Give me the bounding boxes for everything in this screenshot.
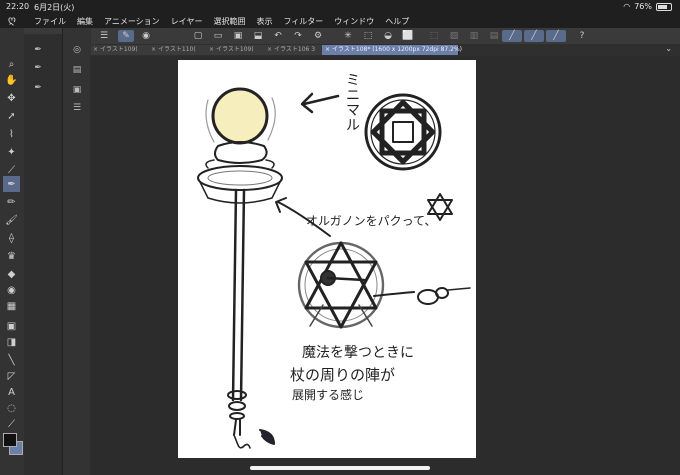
expand-selection-icon[interactable]: ▥	[466, 30, 482, 42]
wifi-icon: ◠	[623, 2, 631, 11]
brush-icon[interactable]: 🖌	[3, 212, 20, 228]
hamburger-menu-icon[interactable]: ☰	[96, 30, 112, 42]
shrink-selection-icon[interactable]: ▤	[486, 30, 502, 42]
tab-document-1[interactable]: × イラスト109(	[90, 45, 151, 55]
menu-animation[interactable]: アニメーション	[104, 16, 160, 27]
settings-gear-icon[interactable]: ⚙	[310, 30, 326, 42]
correct-line-icon[interactable]: ⟋	[3, 416, 20, 432]
new-file-icon[interactable]: ▢	[190, 30, 206, 42]
battery-fill	[658, 4, 668, 9]
tab-document-2[interactable]: × イラスト110(	[148, 45, 209, 55]
crop-icon[interactable]: ⬚	[360, 30, 376, 42]
deselect-icon[interactable]: ⬚	[426, 30, 442, 42]
redo-icon[interactable]: ↷	[290, 30, 306, 42]
canvas-paper[interactable]: ミニマル オルガノンをパクって、 魔法を撃つときに 杖の周りの陣が 展開する感じ	[178, 60, 476, 458]
text-icon[interactable]: A	[3, 384, 20, 400]
status-right: ◠ 76%	[623, 2, 672, 11]
menu-help[interactable]: ヘルプ	[385, 16, 409, 27]
menu-edit[interactable]: 編集	[77, 16, 93, 27]
tab-document-active[interactable]: × イラスト108* (1600 x 1200px 72dpi 87.2%)	[322, 45, 462, 55]
sub-tool-panel: ✒ ✒ ✒	[24, 28, 62, 475]
battery-percent: 76%	[634, 2, 652, 11]
ios-status-bar: 22:20 6月2日(火) ◠ 76%	[0, 0, 680, 14]
foreground-color-swatch[interactable]	[3, 433, 17, 447]
home-indicator[interactable]	[250, 466, 430, 470]
operation-icon[interactable]: ➚	[3, 108, 20, 124]
tool-palette: ⌕ ✋ ✥ ➚ ⌇ ✦ ⟋ ✒ ✏ 🖌 ⟠ ♛ ◆ ◉ ▦ ▣ ◨ ╲ ◸ A …	[0, 28, 25, 475]
command-bar: ☰ ✎ ◉ ▢ ▭ ▣ ⬓ ↶ ↷ ⚙ ✳ ⬚ ◒ ⬜ ⬚ ▨ ▥ ▤ ╱ ╱ …	[90, 28, 680, 45]
fill-icon[interactable]: ◒	[380, 30, 396, 42]
note-line-1: 魔法を撃つときに	[302, 345, 414, 361]
side-panel: ◎ ▤ ▣ ☰	[62, 28, 91, 475]
special-ruler-snap-icon[interactable]: ╱	[524, 30, 544, 42]
record-icon[interactable]: ◉	[138, 30, 154, 42]
menu-layer[interactable]: レイヤー	[171, 16, 203, 27]
close-icon[interactable]: ×	[267, 46, 272, 53]
undo-icon[interactable]: ↶	[270, 30, 286, 42]
close-icon[interactable]: ×	[93, 46, 98, 53]
open-folder-icon[interactable]: ▭	[210, 30, 226, 42]
document-tabs: × イラスト109( × イラスト110( × イラスト109( × イラスト106 3…	[90, 44, 680, 56]
pen-icon[interactable]: ✒	[3, 176, 20, 192]
close-icon[interactable]: ×	[209, 46, 214, 53]
close-icon[interactable]: ×	[325, 46, 330, 53]
note-line-2: 杖の周りの陣が	[290, 366, 396, 384]
app-logo-icon[interactable]: ღ	[8, 15, 16, 26]
menu-window[interactable]: ウィンドウ	[334, 16, 374, 27]
chevron-down-icon[interactable]: ⌄	[665, 44, 672, 53]
eraser-icon[interactable]: ◆	[3, 266, 20, 282]
fill-bucket-icon[interactable]: ▦	[3, 298, 20, 314]
layers-icon[interactable]: ▤	[71, 64, 83, 76]
note-minimal: ミニマル	[346, 73, 360, 134]
battery-icon	[656, 2, 672, 11]
tool-property-icon[interactable]: ☰	[71, 102, 83, 114]
color-wheel-icon[interactable]: ◎	[71, 44, 83, 56]
tab-document-3[interactable]: × イラスト109(	[206, 45, 267, 55]
lasso-icon[interactable]: ⌇	[3, 126, 20, 142]
figure-icon[interactable]: ◨	[3, 334, 20, 350]
balloon-icon[interactable]: ◌	[3, 400, 20, 416]
sub-tool-pen-1-icon[interactable]: ✒	[32, 44, 44, 56]
magic-wand-icon[interactable]: ✦	[3, 144, 20, 160]
invert-selection-icon[interactable]: ▨	[446, 30, 462, 42]
move-icon[interactable]: ✥	[3, 90, 20, 106]
sub-tool-pen-2-icon[interactable]: ✒	[32, 62, 44, 74]
clear-icon[interactable]: ✳	[340, 30, 356, 42]
gradient-icon[interactable]: ▣	[3, 318, 20, 334]
navigator-icon[interactable]: ▣	[71, 84, 83, 96]
hand-icon[interactable]: ✋	[3, 72, 20, 88]
ruler-snap-icon[interactable]: ╱	[502, 30, 522, 42]
help-icon[interactable]: ?	[574, 30, 590, 42]
menu-file[interactable]: ファイル	[34, 16, 66, 27]
zoom-icon[interactable]: ⌕	[3, 56, 20, 72]
airbrush-icon[interactable]: ⟠	[3, 230, 20, 246]
note-line-3: 展開する感じ	[292, 388, 365, 402]
sub-tool-header	[24, 28, 62, 34]
ruler-icon[interactable]: ◸	[3, 368, 20, 384]
menu-selection[interactable]: 選択範囲	[213, 16, 245, 27]
menu-view[interactable]: 表示	[256, 16, 272, 27]
save-icon[interactable]: ▣	[230, 30, 246, 42]
sub-tool-pen-3-icon[interactable]: ✒	[32, 82, 44, 94]
menu-filter[interactable]: フィルター	[283, 16, 323, 27]
transform-icon[interactable]: ⬜	[400, 30, 416, 42]
pencil-icon[interactable]: ✏	[3, 194, 20, 210]
blend-icon[interactable]: ◉	[3, 282, 20, 298]
close-icon[interactable]: ×	[151, 46, 156, 53]
status-time: 22:20	[6, 2, 30, 11]
decoration-icon[interactable]: ♛	[3, 248, 20, 264]
canvas-area[interactable]: ミニマル オルガノンをパクって、 魔法を撃つときに 杖の周りの陣が 展開する感じ	[90, 56, 680, 475]
menu-bar: ღ ファイル 編集 アニメーション レイヤー 選択範囲 表示 フィルター ウィン…	[0, 14, 680, 28]
frame-icon[interactable]: ╲	[3, 352, 20, 368]
save-as-icon[interactable]: ⬓	[250, 30, 266, 42]
status-date: 6月2日(火)	[34, 3, 75, 12]
edit-mode-icon[interactable]: ✎	[118, 30, 134, 42]
note-organon: オルガノンをパクって、	[306, 214, 437, 228]
tab-document-4[interactable]: × イラスト106 3	[264, 45, 325, 55]
grid-snap-icon[interactable]: ╱	[546, 30, 566, 42]
